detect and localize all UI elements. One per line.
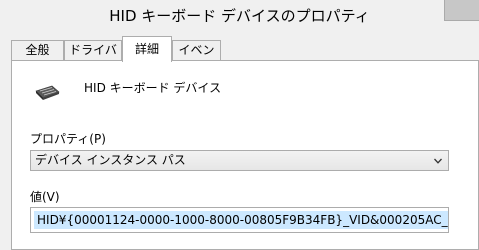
value-item[interactable]: HID¥{00001124-0000-1000-8000-00805F9B34F… [34,211,448,229]
chevron-down-icon [434,158,442,164]
keyboard-device-icon [35,85,60,100]
property-label: プロパティ(P) [30,132,106,146]
device-name: HID キーボード デバイス [84,81,222,95]
tab-general[interactable]: 全般 [11,40,64,61]
tab-events[interactable]: イベント [172,40,221,76]
value-label: 値(V) [30,190,60,204]
tab-driver[interactable]: ドライバー [64,40,122,76]
tab-details[interactable]: 詳細 [122,36,172,62]
property-selected-value: デバイス インスタンス パス [35,153,186,167]
title-bar: HID キーボード デバイスのプロパティ [0,0,479,33]
value-list[interactable]: HID¥{00001124-0000-1000-8000-00805F9B34F… [30,207,449,233]
tab-strip: 全般 ドライバー 詳細 イベント [0,33,479,76]
close-button[interactable] [444,0,479,21]
property-select[interactable]: デバイス インスタンス パス [30,150,449,171]
window-title: HID キーボード デバイスのプロパティ [109,7,370,25]
